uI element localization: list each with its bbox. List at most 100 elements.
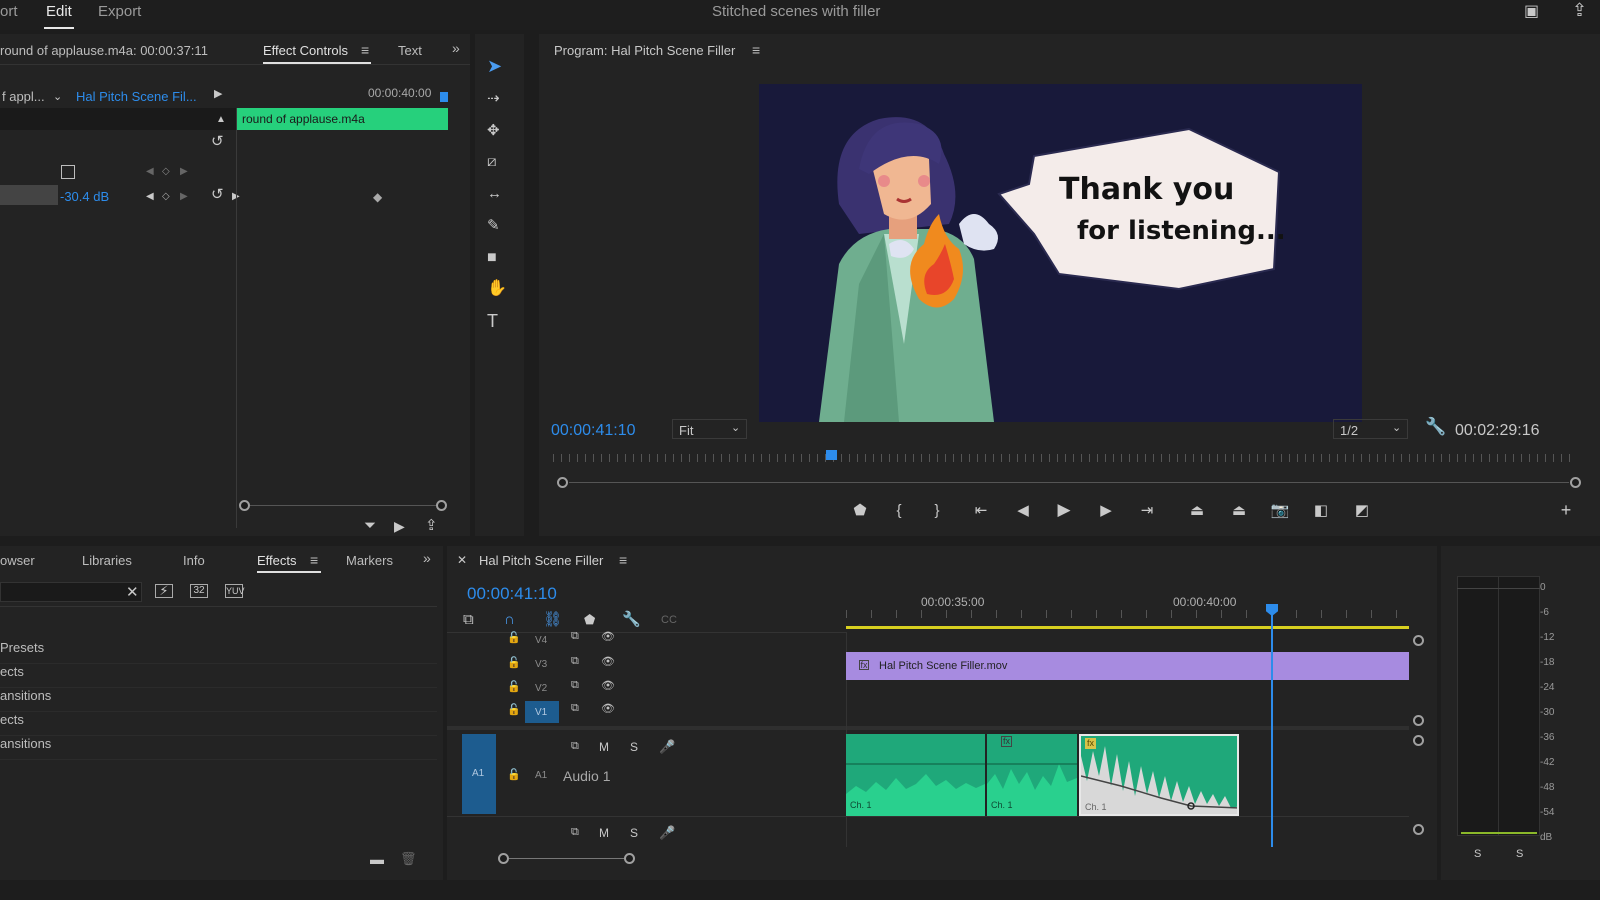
add-marker-icon[interactable]: ⬟ (848, 498, 872, 522)
add-keyframe-icon[interactable]: ◇ (162, 164, 170, 180)
video-scroll-handle-bottom[interactable] (1413, 715, 1424, 726)
timeline-ruler[interactable] (846, 610, 1409, 618)
zoom-handle-right[interactable] (436, 500, 447, 511)
tab-media-browser[interactable]: owser (0, 553, 35, 568)
accelerated-effects-icon[interactable]: ⚡ (155, 584, 173, 598)
tab-effect-controls[interactable]: Effect Controls (263, 43, 348, 58)
overflow-chevron-icon[interactable]: » (452, 40, 460, 56)
export-icon[interactable]: ⇪ (425, 518, 438, 534)
mute-button[interactable]: M (599, 826, 609, 840)
resolution-select[interactable]: 1/2 ⌄ (1333, 419, 1408, 439)
sync-lock-icon[interactable]: ⧉ (571, 702, 579, 715)
mark-in-icon[interactable]: { (887, 498, 911, 522)
hand-tool-icon[interactable]: ✋ (487, 281, 507, 297)
tab-libraries[interactable]: Libraries (82, 553, 132, 568)
video-frame[interactable]: Thank you for listening... (759, 84, 1362, 422)
mute-button[interactable]: M (599, 740, 609, 754)
solo-button[interactable]: S (630, 826, 638, 840)
panel-menu-icon[interactable]: ≡ (310, 552, 318, 568)
monitor-zoom-bar[interactable] (569, 482, 1569, 483)
yuv-effects-icon[interactable]: YUV (225, 584, 245, 598)
level-slider[interactable] (0, 185, 58, 205)
track-select-tool-icon[interactable]: ⇢ (487, 91, 500, 107)
panel-menu-icon[interactable]: ≡ (752, 42, 760, 58)
lock-icon[interactable]: 🔓 (507, 768, 521, 781)
monitor-zoom-handle-left[interactable] (557, 477, 568, 488)
reset-icon[interactable]: ↺ (211, 187, 224, 203)
slip-tool-icon[interactable]: ↔ (487, 186, 502, 202)
rectangle-tool-icon[interactable]: ■ (487, 250, 497, 266)
next-keyframe-icon[interactable]: ▶ (180, 164, 188, 180)
audio-clip-selected[interactable]: fx Ch. 1 (1079, 734, 1239, 816)
eye-icon[interactable]: 👁 (601, 630, 615, 643)
audio-scroll-handle-bottom[interactable] (1413, 824, 1424, 835)
panel-menu-icon[interactable]: ≡ (361, 42, 369, 58)
audio-scroll-handle-top[interactable] (1413, 735, 1424, 746)
bypass-checkbox[interactable] (61, 165, 75, 179)
timeline-zoom-bar[interactable] (509, 858, 624, 859)
meter-solo-right[interactable]: S (1516, 848, 1523, 860)
tab-effects[interactable]: Effects (257, 553, 297, 568)
play-icon[interactable]: ▶ (1052, 498, 1076, 522)
lock-icon[interactable]: 🔓 (507, 631, 521, 644)
sync-lock-icon[interactable]: ⧉ (571, 826, 579, 839)
collapse-up-icon[interactable]: ▲ (216, 112, 226, 128)
razor-tool-icon[interactable]: ⧄ (487, 154, 497, 170)
clear-search-icon[interactable]: ✕ (126, 585, 139, 601)
tab-edit[interactable]: Edit (46, 3, 72, 20)
tree-item-video-effects[interactable]: ects (0, 712, 24, 727)
tree-item-audio-transitions[interactable]: ansitions (0, 688, 51, 703)
playhead-timecode[interactable]: 00:00:41:10 (551, 422, 636, 440)
keyframe-diamond-icon[interactable]: ◆ (373, 189, 382, 205)
tab-export[interactable]: Export (98, 3, 141, 20)
play-audio-icon[interactable]: ▶ (394, 518, 405, 534)
tab-text[interactable]: Text (398, 43, 422, 58)
video-clip[interactable]: fx Hal Pitch Scene Filler.mov (846, 652, 1409, 680)
monitor-playhead[interactable] (826, 450, 837, 460)
eye-icon[interactable]: 👁 (601, 679, 615, 692)
work-area-bar[interactable] (846, 626, 1409, 629)
lock-icon[interactable]: 🔓 (507, 656, 521, 669)
monitor-zoom-handle-right[interactable] (1570, 477, 1581, 488)
ripple-edit-tool-icon[interactable]: ✥ (487, 123, 500, 139)
prev-keyframe-icon[interactable]: ◀ (146, 189, 154, 205)
extract-icon[interactable]: ⏏ (1227, 498, 1251, 522)
zoom-scrollbar[interactable] (250, 505, 438, 506)
microphone-icon[interactable]: 🎤 (659, 739, 675, 755)
video-scroll-handle-top[interactable] (1413, 635, 1424, 646)
filter-icon[interactable]: ⏷ (364, 518, 376, 534)
workspaces-icon[interactable]: ▣ (1524, 4, 1539, 20)
pen-tool-icon[interactable]: ✎ (487, 218, 500, 234)
new-bin-icon[interactable]: ▬ (370, 851, 384, 867)
meter-solo-left[interactable]: S (1474, 848, 1481, 860)
solo-button[interactable]: S (630, 740, 638, 754)
tree-item-video-transitions[interactable]: ansitions (0, 736, 51, 751)
a1-source-patch[interactable]: A1 (462, 734, 496, 814)
tree-item-presets[interactable]: Presets (0, 640, 44, 655)
sync-lock-icon[interactable]: ⧉ (571, 740, 579, 753)
sequence-clip-link[interactable]: Hal Pitch Scene Fil... (76, 89, 197, 104)
prev-keyframe-icon[interactable]: ◀ (146, 164, 154, 180)
trash-icon[interactable]: 🗑 (400, 851, 417, 867)
camera-icon[interactable]: 📷 (1268, 498, 1292, 522)
close-tab-icon[interactable]: ✕ (457, 552, 467, 568)
zoom-handle-left[interactable] (239, 500, 250, 511)
ec-playhead[interactable] (440, 92, 448, 102)
sync-lock-icon[interactable]: ⧉ (571, 679, 579, 692)
captions-icon[interactable]: CC (661, 612, 677, 628)
go-to-out-icon[interactable]: ⇥ (1135, 498, 1159, 522)
audio-clip[interactable]: Ch. 1 (846, 734, 985, 816)
lock-icon[interactable]: 🔓 (507, 680, 521, 693)
tab-markers[interactable]: Markers (346, 553, 393, 568)
level-value[interactable]: -30.4 dB (60, 189, 109, 204)
nest-icon[interactable]: ⧉ (463, 612, 474, 628)
snap-magnet-icon[interactable]: ∩ (504, 612, 515, 628)
linked-selection-icon[interactable]: ⛓ (543, 612, 562, 628)
overflow-chevron-icon[interactable]: » (423, 550, 431, 566)
proxy-toggle-icon[interactable]: ◩ (1350, 498, 1374, 522)
lock-icon[interactable]: 🔓 (507, 703, 521, 716)
audio-clip[interactable]: fx Ch. 1 (987, 734, 1077, 816)
32-bit-effects-icon[interactable]: 32 (190, 584, 208, 598)
chevron-down-icon[interactable]: ⌄ (53, 89, 62, 105)
mark-out-icon[interactable]: } (925, 498, 949, 522)
